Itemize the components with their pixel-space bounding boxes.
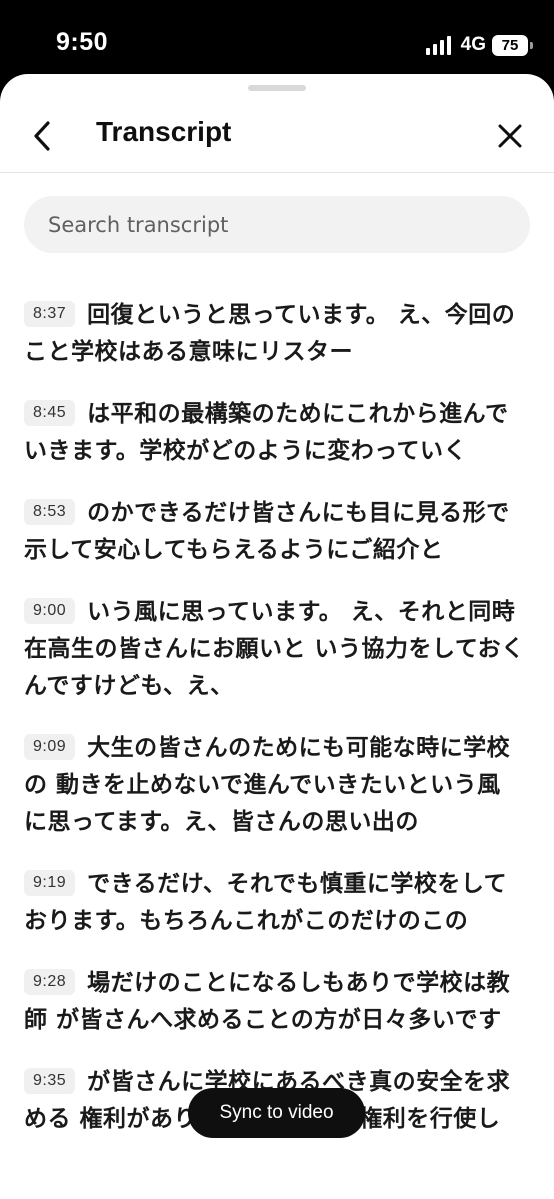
transcript-segment[interactable]: 8:37 回復というと思っています。 え、今回のこと学校はある意味にリスター — [24, 297, 528, 371]
segment-timestamp[interactable]: 9:19 — [24, 869, 76, 896]
transcript-segment[interactable]: 9:28 場だけのことになるしもありで学校は教師 が皆さんへ求めることの方が日々多… — [24, 965, 528, 1039]
segment-timestamp[interactable]: 8:37 — [24, 300, 76, 327]
segment-text: は平和の最構築のためにこれから進んで いきます。学校がどのように変わっていく — [24, 401, 509, 464]
segment-timestamp[interactable]: 8:45 — [24, 399, 76, 426]
status-bar: 9:50 4G 75 — [0, 0, 554, 78]
transcript-header: Transcript — [0, 100, 554, 173]
close-button[interactable] — [488, 114, 532, 158]
back-button[interactable] — [20, 114, 64, 158]
battery-level: 75 — [501, 36, 519, 54]
transcript-segment[interactable]: 8:53 のかできるだけ皆さんにも目に見る形で 示して安心してもらえるようにご紹介… — [24, 495, 528, 569]
transcript-segment[interactable]: 9:09 大生の皆さんのためにも可能な時に学校の 動きを止めないで進んでいきたいと… — [24, 730, 528, 841]
transcript-list: 8:37 回復というと思っています。 え、今回のこと学校はある意味にリスター 8:… — [0, 284, 554, 1138]
page-title: Transcript — [96, 116, 232, 147]
battery-icon: 75 — [492, 34, 533, 56]
status-time: 9:50 — [56, 28, 109, 56]
segment-timestamp[interactable]: 8:53 — [24, 498, 76, 525]
search-input[interactable] — [24, 196, 530, 253]
status-indicators: 4G 75 — [425, 32, 533, 58]
transcript-sheet: Transcript 8:37回復というと思っています。 え、今回のこと学校はあ… — [0, 74, 554, 1199]
transcript-segment[interactable]: 9:19 できるだけ、それでも慎重に学校をして おります。もちろんこれがこのだけの… — [24, 866, 528, 940]
segment-timestamp[interactable]: 9:28 — [24, 968, 76, 995]
signal-icon — [425, 35, 451, 55]
segment-text: できるだけ、それでも慎重に学校をして おります。もちろんこれがこのだけのこの — [24, 871, 508, 934]
segment-timestamp[interactable]: 9:09 — [24, 733, 76, 760]
transcript-segment[interactable]: 9:00 いう風に思っています。 え、それと同時在高生の皆さんにお願いと いう協力… — [24, 594, 528, 705]
transcript-segment[interactable]: 8:45 は平和の最構築のためにこれから進んで いきます。学校がどのように変わって… — [24, 396, 528, 470]
close-icon — [498, 124, 522, 148]
segment-text: 回復というと思っています。 え、今回のこと学校はある意味にリスター — [24, 302, 516, 365]
chevron-left-icon — [34, 121, 50, 151]
segment-text: いう風に思っています。 え、それと同時在高生の皆さんにお願いと いう協力をしてお… — [24, 599, 525, 699]
network-type: 4G — [460, 34, 486, 55]
segment-text: のかできるだけ皆さんにも目に見る形で 示して安心してもらえるようにご紹介と — [24, 500, 510, 563]
sync-to-video-button[interactable]: Sync to video — [188, 1088, 365, 1138]
segment-text: 大生の皆さんのためにも可能な時に学校の 動きを止めないで進んでいきたいという風 … — [24, 735, 511, 835]
drag-handle[interactable] — [248, 85, 306, 91]
segment-text: 場だけのことになるしもありで学校は教師 が皆さんへ求めることの方が日々多いです — [24, 970, 511, 1033]
segment-timestamp[interactable]: 9:00 — [24, 597, 76, 624]
segment-timestamp[interactable]: 9:35 — [24, 1067, 76, 1094]
